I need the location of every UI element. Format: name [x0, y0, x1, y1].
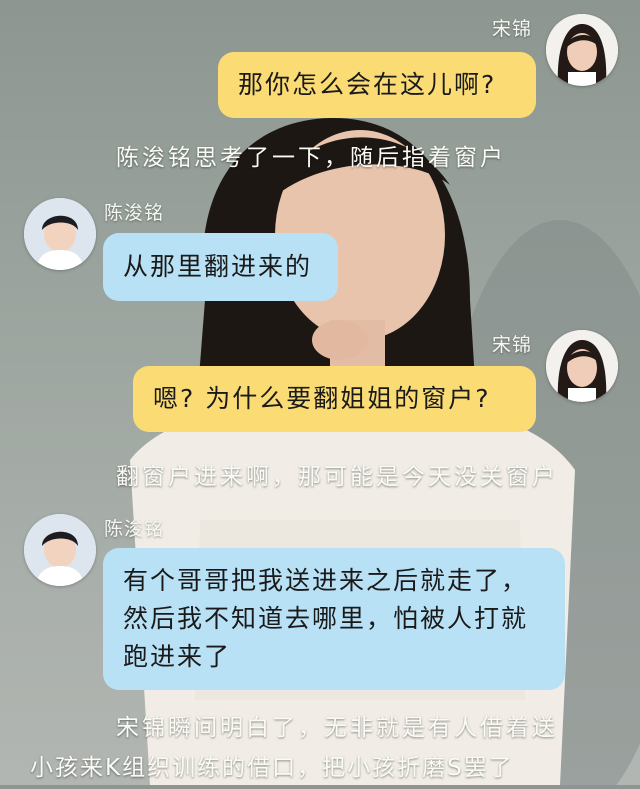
message-line: 跑进来了: [123, 642, 232, 671]
sender-name: 宋锦: [492, 18, 533, 40]
chat-bubble-right[interactable]: 那你怎么会在这儿啊?: [218, 52, 536, 118]
chat-bubble-left[interactable]: 有个哥哥把我送进来之后就走了， 然后我不知道去哪里，怕被人打就 跑进来了: [103, 548, 565, 690]
boy-avatar-icon: [24, 514, 96, 586]
sender-name: 陈浚铭: [104, 518, 165, 540]
avatar[interactable]: [546, 330, 618, 402]
avatar[interactable]: [24, 514, 96, 586]
narration-text: 宋锦瞬间明白了，无非就是有人借着送: [116, 715, 558, 741]
girl-avatar-icon: [546, 330, 618, 402]
narration-text: 陈浚铭思考了一下，随后指着窗户: [116, 145, 506, 171]
sender-name: 陈浚铭: [104, 202, 165, 224]
message-line: 有个哥哥把我送进来之后就走了，: [123, 566, 529, 595]
narration-text: 翻窗户进来啊，那可能是今天没关窗户: [116, 464, 558, 490]
boy-avatar-icon: [24, 198, 96, 270]
narration-text: 小孩来K组织训练的借口，把小孩折磨S罢了: [30, 755, 514, 781]
sender-name: 宋锦: [492, 334, 533, 356]
avatar[interactable]: [24, 198, 96, 270]
message-line: 然后我不知道去哪里，怕被人打就: [123, 604, 529, 633]
avatar[interactable]: [546, 14, 618, 86]
chat-bubble-left[interactable]: 从那里翻进来的: [103, 233, 338, 301]
chat-bubble-right[interactable]: 嗯? 为什么要翻姐姐的窗户?: [133, 366, 536, 432]
girl-avatar-icon: [546, 14, 618, 86]
